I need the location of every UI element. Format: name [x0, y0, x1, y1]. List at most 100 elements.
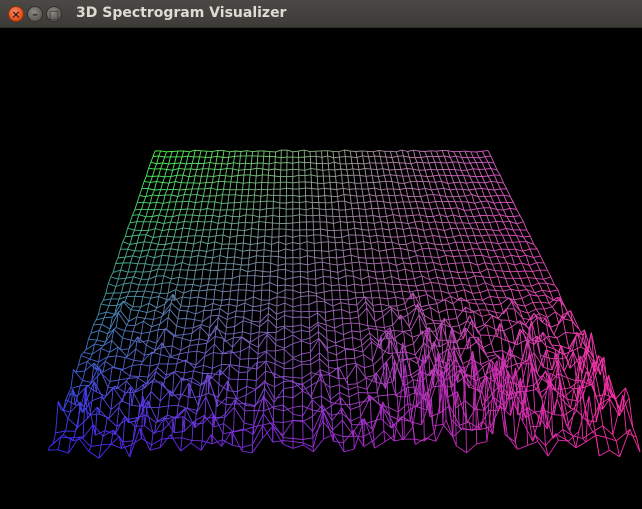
- mesh-row-segment: [367, 325, 377, 328]
- mesh-column-segment: [353, 284, 356, 293]
- mesh-row-segment: [298, 149, 305, 152]
- mesh-column-segment: [252, 202, 255, 210]
- mesh-column-segment: [363, 354, 365, 368]
- mesh-row-segment: [444, 155, 451, 158]
- maximize-icon[interactable]: □: [46, 6, 62, 22]
- mesh-row-segment: [403, 262, 412, 265]
- mesh-row-segment: [286, 194, 293, 197]
- mesh-row-segment: [271, 241, 279, 245]
- mesh-row-segment: [423, 228, 431, 231]
- mesh-row-segment: [382, 269, 391, 272]
- mesh-column-segment: [525, 255, 530, 266]
- mesh-row-segment: [181, 235, 189, 238]
- mesh-column-segment: [328, 169, 330, 177]
- mesh-column-segment: [510, 289, 515, 300]
- mesh-row-segment: [422, 201, 430, 204]
- mesh-column-segment: [350, 323, 353, 331]
- mesh-row-segment: [156, 303, 166, 309]
- mesh-row-segment: [232, 336, 242, 348]
- mesh-row-segment: [410, 314, 420, 331]
- mesh-row-segment: [187, 155, 194, 158]
- mesh-row-segment: [152, 155, 159, 157]
- mesh-row-segment: [412, 188, 419, 191]
- mesh-row-segment: [535, 277, 544, 280]
- mesh-column-segment: [381, 311, 384, 317]
- mesh-column-segment: [380, 189, 383, 196]
- mesh-column-segment: [532, 302, 537, 310]
- mesh-column-segment: [183, 359, 187, 374]
- mesh-column-segment: [349, 318, 352, 324]
- mesh-column-segment: [139, 333, 142, 343]
- mesh-row-segment: [143, 201, 151, 204]
- mesh-column-segment: [459, 255, 464, 263]
- mesh-column-segment: [398, 162, 402, 170]
- mesh-column-segment: [242, 235, 245, 244]
- mesh-column-segment: [497, 243, 502, 250]
- mesh-row-segment: [472, 181, 479, 184]
- mesh-column-segment: [454, 309, 458, 319]
- mesh-row-segment: [324, 301, 334, 307]
- mesh-column-segment: [385, 290, 389, 299]
- mesh-row-segment: [235, 316, 244, 318]
- mesh-row-segment: [353, 345, 363, 350]
- mesh-row-segment: [150, 391, 161, 402]
- mesh-row-segment: [109, 379, 120, 383]
- mesh-column-segment: [221, 157, 224, 164]
- mesh-row-segment: [346, 364, 357, 379]
- mesh-row-segment: [300, 290, 309, 294]
- mesh-column-segment: [210, 310, 213, 316]
- mesh-row-segment: [425, 322, 435, 325]
- mesh-row-segment: [277, 276, 286, 280]
- mesh-column-segment: [484, 303, 488, 311]
- mesh-row-segment: [285, 235, 293, 238]
- mesh-row-segment: [549, 289, 559, 293]
- mesh-column-segment: [199, 241, 202, 251]
- mesh-row-segment: [78, 360, 88, 366]
- mesh-row-segment: [175, 370, 185, 374]
- mesh-row-segment: [413, 330, 423, 344]
- mesh-row-segment: [459, 215, 467, 218]
- mesh-column-segment: [361, 150, 364, 156]
- mesh-row-segment: [252, 305, 261, 308]
- mesh-row-segment: [312, 409, 324, 432]
- mesh-row-segment: [385, 282, 393, 286]
- mesh-row-segment: [373, 355, 383, 366]
- spectrogram-viewport[interactable]: [0, 28, 642, 509]
- title-bar[interactable]: × – □ 3D Spectrogram Visualizer: [0, 0, 642, 28]
- mesh-row-segment: [332, 419, 343, 431]
- mesh-row-segment: [404, 343, 414, 348]
- mesh-column-segment: [517, 271, 522, 279]
- mesh-row-segment: [433, 214, 441, 218]
- mesh-row-segment: [317, 322, 327, 326]
- mesh-column-segment: [440, 291, 444, 301]
- close-icon[interactable]: ×: [8, 6, 24, 22]
- mesh-column-segment: [348, 189, 351, 196]
- mesh-column-segment: [481, 151, 486, 157]
- mesh-column-segment: [187, 228, 191, 237]
- mesh-column-segment: [332, 310, 335, 320]
- mesh-row-segment: [431, 256, 439, 259]
- mesh-row-segment: [489, 355, 499, 362]
- mesh-row-segment: [248, 194, 255, 197]
- mesh-row-segment: [145, 414, 157, 423]
- mesh-column-segment: [469, 315, 473, 321]
- mesh-row-segment: [171, 345, 182, 351]
- mesh-column-segment: [374, 229, 378, 236]
- mesh-row-segment: [225, 175, 232, 177]
- mesh-column-segment: [423, 230, 426, 238]
- mesh-row-segment: [103, 387, 114, 400]
- mesh-column-segment: [359, 215, 362, 223]
- mesh-column-segment: [351, 208, 354, 217]
- mesh-column-segment: [358, 316, 360, 324]
- mesh-column-segment: [378, 251, 381, 259]
- mesh-column-segment: [397, 208, 401, 217]
- mesh-column-segment: [77, 355, 82, 366]
- mesh-row-segment: [174, 261, 183, 266]
- mesh-row-segment: [171, 276, 180, 280]
- mesh-row-segment: [255, 261, 264, 264]
- mesh-column-segment: [245, 386, 248, 396]
- mesh-column-segment: [476, 151, 480, 158]
- mesh-row-segment: [292, 289, 301, 294]
- minimize-icon[interactable]: –: [27, 6, 43, 22]
- mesh-row-segment: [320, 228, 328, 231]
